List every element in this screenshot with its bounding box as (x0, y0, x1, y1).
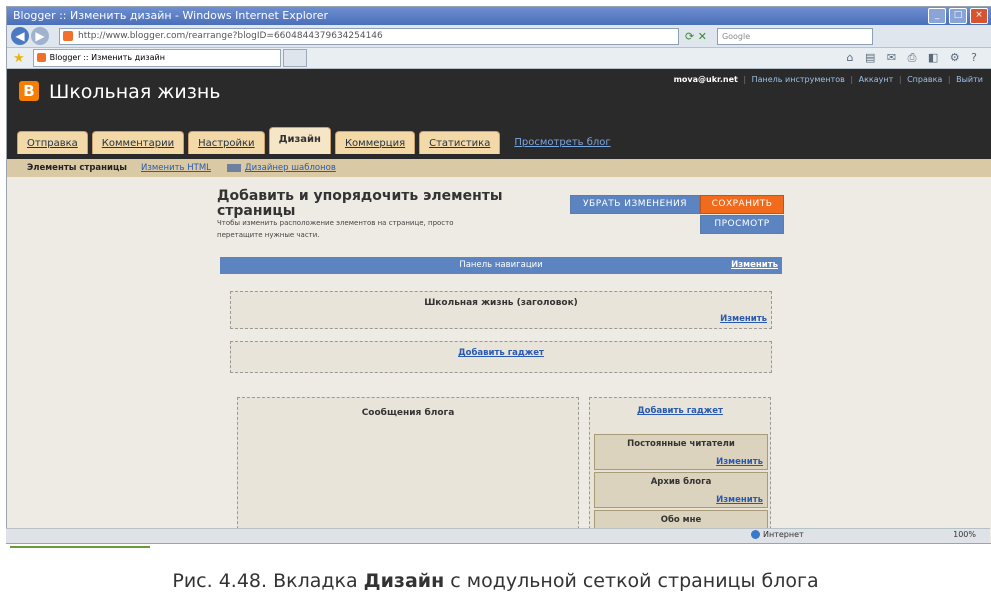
sidebar-area: Добавить гаджет Постоянные читатели Изме… (589, 397, 771, 543)
layout-editor: Добавить и упорядочить элементы страницы… (7, 177, 991, 543)
link-signout[interactable]: Выйти (956, 75, 983, 84)
save-button[interactable]: СОХРАНИТЬ (700, 195, 784, 214)
back-button[interactable]: ◀ (11, 27, 29, 45)
blogger-tabs: Отправка Комментарии Настройки Дизайн Ко… (17, 127, 611, 154)
blog-posts-label: Сообщения блога (361, 408, 455, 418)
navbar-edit-link[interactable]: Изменить (731, 257, 778, 274)
followers-label: Постоянные читатели (627, 439, 735, 449)
browser-tab[interactable]: Blogger :: Изменить дизайн (32, 49, 281, 67)
blog-posts-gadget[interactable]: Сообщения блога (237, 397, 579, 543)
browser-tab-title: Blogger :: Изменить дизайн (49, 53, 165, 62)
toolbar-icons[interactable]: ⌂ ▤ ✉ ⎙ ◧ ⚙ ? (847, 51, 981, 65)
address-bar: ◀ ▶ http://www.blogger.com/rearrange?blo… (7, 25, 991, 48)
user-email: mova@ukr.net (673, 75, 738, 84)
header-gadget[interactable]: Школьная жизнь (заголовок) Изменить (230, 291, 772, 329)
blogger-header: B Школьная жизнь mova@ukr.net | Панель и… (7, 69, 991, 159)
link-dashboard[interactable]: Панель инструментов (752, 75, 845, 84)
view-blog-link[interactable]: Просмотреть блог (514, 132, 610, 154)
layout-hint: Чтобы изменить расположение элементов на… (217, 219, 454, 239)
favicon-icon (36, 53, 46, 62)
subtab-edit-html[interactable]: Изменить HTML (141, 163, 211, 173)
add-gadget-area: Добавить гаджет (230, 341, 772, 373)
tab-stats[interactable]: Статистика (419, 131, 501, 154)
navbar-label: Панель навигации (459, 260, 543, 270)
subtab-template-designer[interactable]: Дизайнер шаблонов (245, 163, 336, 173)
template-designer-icon (226, 164, 241, 172)
progress-line (10, 546, 150, 548)
revert-button[interactable]: УБРАТЬ ИЗМЕНЕНИЯ (570, 195, 700, 214)
caption-prefix: Рис. 4.48. Вкладка (172, 570, 364, 592)
figure-caption: Рис. 4.48. Вкладка Дизайн с модульной се… (0, 570, 991, 592)
link-help[interactable]: Справка (907, 75, 942, 84)
forward-button[interactable]: ▶ (31, 27, 49, 45)
archive-edit-link[interactable]: Изменить (716, 495, 763, 505)
blogger-logo-icon[interactable]: B (19, 81, 39, 101)
header-edit-link[interactable]: Изменить (720, 314, 767, 324)
navbar-gadget[interactable]: Панель навигации Изменить (220, 257, 782, 274)
tab-design[interactable]: Дизайн (268, 127, 331, 154)
url-field[interactable]: http://www.blogger.com/rearrange?blogID=… (59, 27, 679, 45)
tab-comments[interactable]: Комментарии (91, 131, 185, 154)
minimize-button[interactable]: _ (928, 8, 946, 24)
browser-window: Blogger :: Изменить дизайн - Windows Int… (6, 6, 991, 544)
status-bar: Интернет 100% (6, 528, 990, 543)
archive-gadget[interactable]: Архив блога Изменить (594, 472, 768, 508)
add-gadget-link[interactable]: Добавить гаджет (231, 348, 771, 358)
window-title: Blogger :: Изменить дизайн - Windows Int… (13, 9, 329, 22)
security-zone: Интернет (751, 530, 804, 539)
sidebar-add-gadget-link[interactable]: Добавить гаджет (590, 406, 770, 416)
account-links: mova@ukr.net | Панель инструментов | Акк… (673, 75, 983, 84)
favicon-icon (63, 30, 73, 41)
zoom-level[interactable]: 100% (953, 530, 976, 539)
new-tab-button[interactable] (282, 49, 307, 67)
globe-icon (751, 530, 760, 539)
followers-gadget[interactable]: Постоянные читатели Изменить (594, 434, 768, 470)
header-label: Школьная жизнь (заголовок) (424, 298, 578, 308)
about-me-label: Обо мне (660, 515, 702, 525)
tab-monetize[interactable]: Коммерция (334, 131, 416, 154)
refresh-icon[interactable]: ⟳ ✕ (685, 30, 707, 43)
zone-label: Интернет (763, 530, 804, 539)
archive-label: Архив блога (650, 477, 712, 487)
caption-suffix: с модульной сеткой страницы блога (444, 570, 819, 592)
search-input[interactable]: Google (716, 27, 873, 45)
tab-settings[interactable]: Настройки (188, 131, 265, 154)
browser-tab-bar: ★ Blogger :: Изменить дизайн ⌂ ▤ ✉ ⎙ ◧ ⚙… (7, 48, 991, 69)
tab-posting[interactable]: Отправка (17, 131, 88, 154)
favorites-star-icon[interactable]: ★ (13, 51, 25, 66)
subtab-page-elements[interactable]: Элементы страницы (27, 163, 127, 173)
blog-name: Школьная жизнь (49, 81, 221, 103)
link-account[interactable]: Аккаунт (859, 75, 894, 84)
design-subtabs: Элементы страницы Изменить HTML Дизайнер… (7, 159, 991, 178)
page-title: Добавить и упорядочить элементы страницы (217, 188, 503, 219)
close-button[interactable]: × (970, 8, 988, 24)
url-text: http://www.blogger.com/rearrange?blogID=… (78, 30, 383, 41)
title-bar: Blogger :: Изменить дизайн - Windows Int… (7, 7, 991, 25)
preview-button[interactable]: ПРОСМОТР (700, 215, 784, 234)
maximize-button[interactable]: □ (949, 8, 967, 24)
caption-bold: Дизайн (363, 570, 445, 592)
followers-edit-link[interactable]: Изменить (716, 457, 763, 467)
